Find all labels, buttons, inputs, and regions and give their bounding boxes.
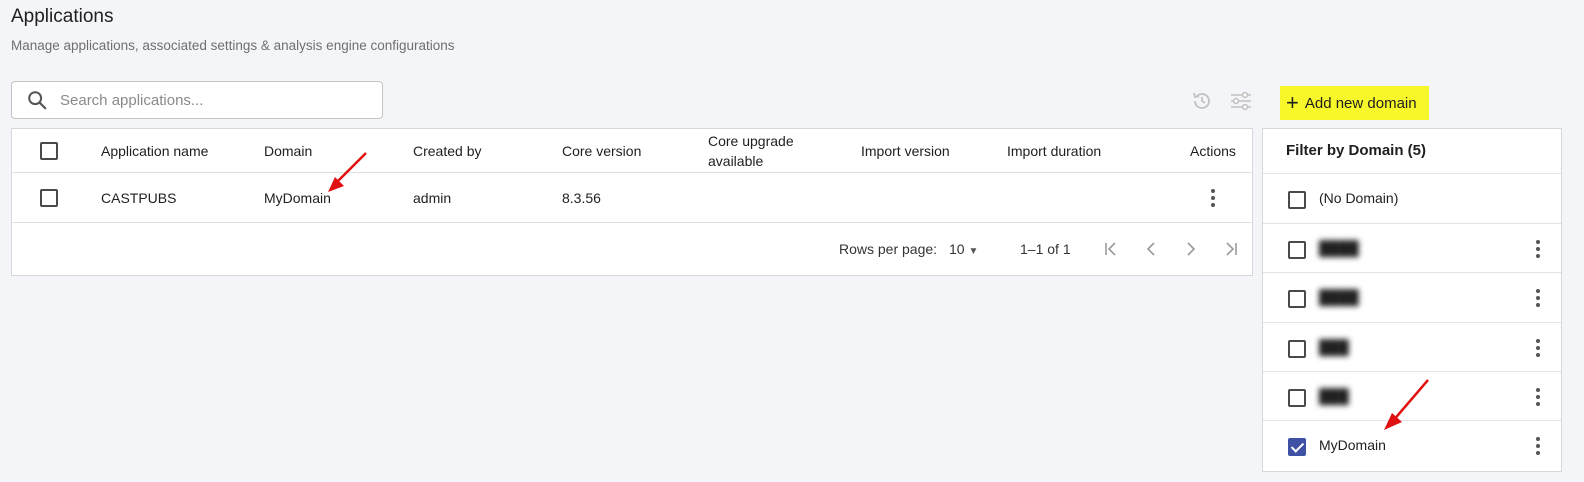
filter-title: Filter by Domain (5) bbox=[1286, 142, 1427, 159]
sliders-icon[interactable] bbox=[1229, 89, 1253, 113]
pagination-range: 1–1 of 1 bbox=[1020, 241, 1071, 257]
core-version-cell: 8.3.56 bbox=[562, 189, 601, 206]
filter-item-menu-icon[interactable] bbox=[1536, 437, 1540, 455]
filter-item-label-redacted: ███ bbox=[1319, 339, 1349, 355]
filter-checkbox[interactable] bbox=[1288, 241, 1306, 259]
column-header-core-upgrade[interactable]: Core upgrade available bbox=[708, 131, 808, 171]
filter-item-menu-icon[interactable] bbox=[1536, 388, 1540, 406]
column-header-created-by[interactable]: Created by bbox=[413, 143, 481, 159]
applications-table: Application name Domain Created by Core … bbox=[11, 128, 1253, 276]
add-new-domain-label: Add new domain bbox=[1304, 94, 1417, 112]
column-header-domain[interactable]: Domain bbox=[264, 143, 312, 159]
rows-per-page-value: 10 bbox=[949, 241, 965, 257]
table-row[interactable]: CASTPUBS MyDomain admin 8.3.56 bbox=[12, 173, 1252, 223]
filter-item-menu-icon[interactable] bbox=[1536, 289, 1540, 307]
filter-item-mydomain[interactable]: MyDomain bbox=[1263, 420, 1561, 470]
filter-item-label: MyDomain bbox=[1319, 437, 1386, 453]
filter-item-domain[interactable]: ███ bbox=[1263, 322, 1561, 372]
first-page-icon[interactable] bbox=[1101, 239, 1121, 259]
filter-checkbox[interactable] bbox=[1288, 191, 1306, 209]
search-icon bbox=[28, 91, 47, 110]
filter-item-label-redacted: ███ bbox=[1319, 388, 1349, 404]
filter-item-label: (No Domain) bbox=[1319, 190, 1399, 206]
last-page-icon[interactable] bbox=[1221, 239, 1241, 259]
column-header-core-version[interactable]: Core version bbox=[562, 143, 641, 159]
column-header-import-duration[interactable]: Import duration bbox=[1007, 143, 1101, 159]
previous-page-icon[interactable] bbox=[1141, 239, 1161, 259]
page-title: Applications bbox=[11, 6, 114, 27]
created-by-cell: admin bbox=[413, 189, 452, 206]
search-box[interactable] bbox=[11, 81, 383, 119]
filter-item-domain[interactable]: ████ bbox=[1263, 223, 1561, 273]
filter-by-domain-panel: Filter by Domain (5) (No Domain) ████ ██… bbox=[1262, 128, 1562, 472]
plus-icon: + bbox=[1286, 90, 1299, 115]
row-checkbox[interactable] bbox=[40, 189, 58, 207]
rows-per-page-select[interactable]: 10 ▼ bbox=[949, 241, 978, 257]
rows-per-page-label: Rows per page: bbox=[839, 241, 938, 257]
filter-item-menu-icon[interactable] bbox=[1536, 339, 1540, 357]
select-all-checkbox[interactable] bbox=[40, 142, 58, 160]
filter-checkbox[interactable] bbox=[1288, 290, 1306, 308]
filter-checkbox[interactable] bbox=[1288, 340, 1306, 358]
next-page-icon[interactable] bbox=[1181, 239, 1201, 259]
domain-cell: MyDomain bbox=[264, 189, 331, 206]
filter-checkbox-checked[interactable] bbox=[1288, 438, 1306, 456]
filter-checkbox[interactable] bbox=[1288, 389, 1306, 407]
filter-item-label-redacted: ████ bbox=[1319, 289, 1359, 305]
column-header-import-version[interactable]: Import version bbox=[861, 143, 950, 159]
row-actions-menu-icon[interactable] bbox=[1211, 189, 1215, 207]
filter-item-domain[interactable]: ████ bbox=[1263, 272, 1561, 322]
table-header: Application name Domain Created by Core … bbox=[12, 129, 1252, 173]
column-header-actions: Actions bbox=[1190, 142, 1236, 159]
filter-item-no-domain[interactable]: (No Domain) bbox=[1263, 173, 1561, 223]
page-subtitle: Manage applications, associated settings… bbox=[11, 38, 455, 53]
history-icon[interactable] bbox=[1190, 89, 1214, 113]
application-name-cell[interactable]: CASTPUBS bbox=[101, 190, 176, 206]
dropdown-arrow-icon: ▼ bbox=[968, 246, 979, 257]
column-header-application-name[interactable]: Application name bbox=[101, 143, 208, 159]
filter-item-menu-icon[interactable] bbox=[1536, 240, 1540, 258]
filter-item-label-redacted: ████ bbox=[1319, 240, 1359, 256]
search-input[interactable] bbox=[58, 90, 358, 110]
filter-item-domain[interactable]: ███ bbox=[1263, 371, 1561, 421]
add-new-domain-button[interactable]: + Add new domain bbox=[1280, 86, 1429, 120]
pagination: Rows per page: 10 ▼ 1–1 of 1 bbox=[12, 223, 1252, 277]
